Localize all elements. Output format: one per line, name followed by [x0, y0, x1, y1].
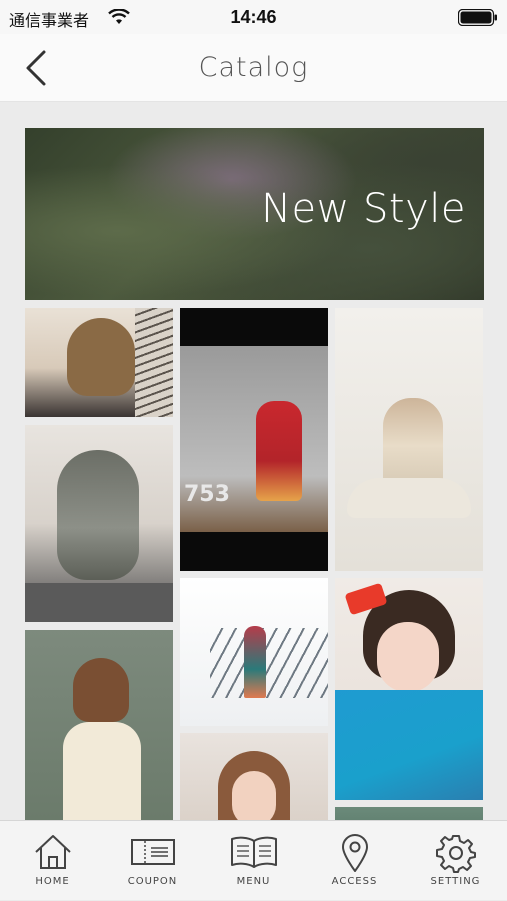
- photo-hair-bow: [344, 582, 388, 616]
- photo-image: 753: [180, 346, 328, 532]
- catalog-photo[interactable]: [25, 630, 173, 820]
- tab-label: MENU: [236, 876, 271, 887]
- catalog-photo[interactable]: [180, 578, 328, 726]
- catalog-photo[interactable]: [25, 425, 173, 622]
- catalog-photo[interactable]: [25, 308, 173, 417]
- coupon-icon: [130, 839, 175, 865]
- tab-menu[interactable]: MENU: [203, 821, 304, 901]
- tab-label: HOME: [35, 876, 70, 887]
- tab-access[interactable]: ACCESS: [304, 821, 405, 901]
- tab-bar: HOME COUPON MENU ACCESS SETTING: [0, 820, 507, 900]
- tab-label: ACCESS: [331, 876, 378, 887]
- gear-icon: [435, 835, 476, 873]
- catalog-photo[interactable]: [335, 807, 483, 820]
- catalog-content[interactable]: New Style 753: [0, 103, 507, 820]
- catalog-photo[interactable]: [335, 308, 483, 571]
- clock: 14:46: [230, 7, 277, 27]
- new-style-banner[interactable]: New Style: [25, 128, 484, 300]
- tab-label: SETTING: [430, 876, 481, 887]
- tab-setting[interactable]: SETTING: [405, 821, 506, 901]
- home-icon: [34, 835, 71, 869]
- tab-coupon[interactable]: COUPON: [102, 821, 203, 901]
- photo-number-sign: 753: [184, 482, 230, 507]
- banner-title: New Style: [261, 186, 466, 232]
- photo-face: [377, 622, 439, 692]
- battery-icon: [458, 9, 497, 26]
- catalog-photo[interactable]: 753: [180, 308, 328, 571]
- status-bar: 通信事業者 14:46: [0, 0, 507, 34]
- book-icon: [230, 836, 277, 868]
- catalog-photo[interactable]: [335, 578, 483, 800]
- page-title: Catalog: [198, 52, 309, 83]
- location-pin-icon: [341, 834, 368, 872]
- navigation-bar: Catalog: [0, 34, 507, 102]
- tab-home[interactable]: HOME: [2, 821, 103, 901]
- tab-label: COUPON: [127, 876, 178, 887]
- catalog-photo[interactable]: [180, 733, 328, 820]
